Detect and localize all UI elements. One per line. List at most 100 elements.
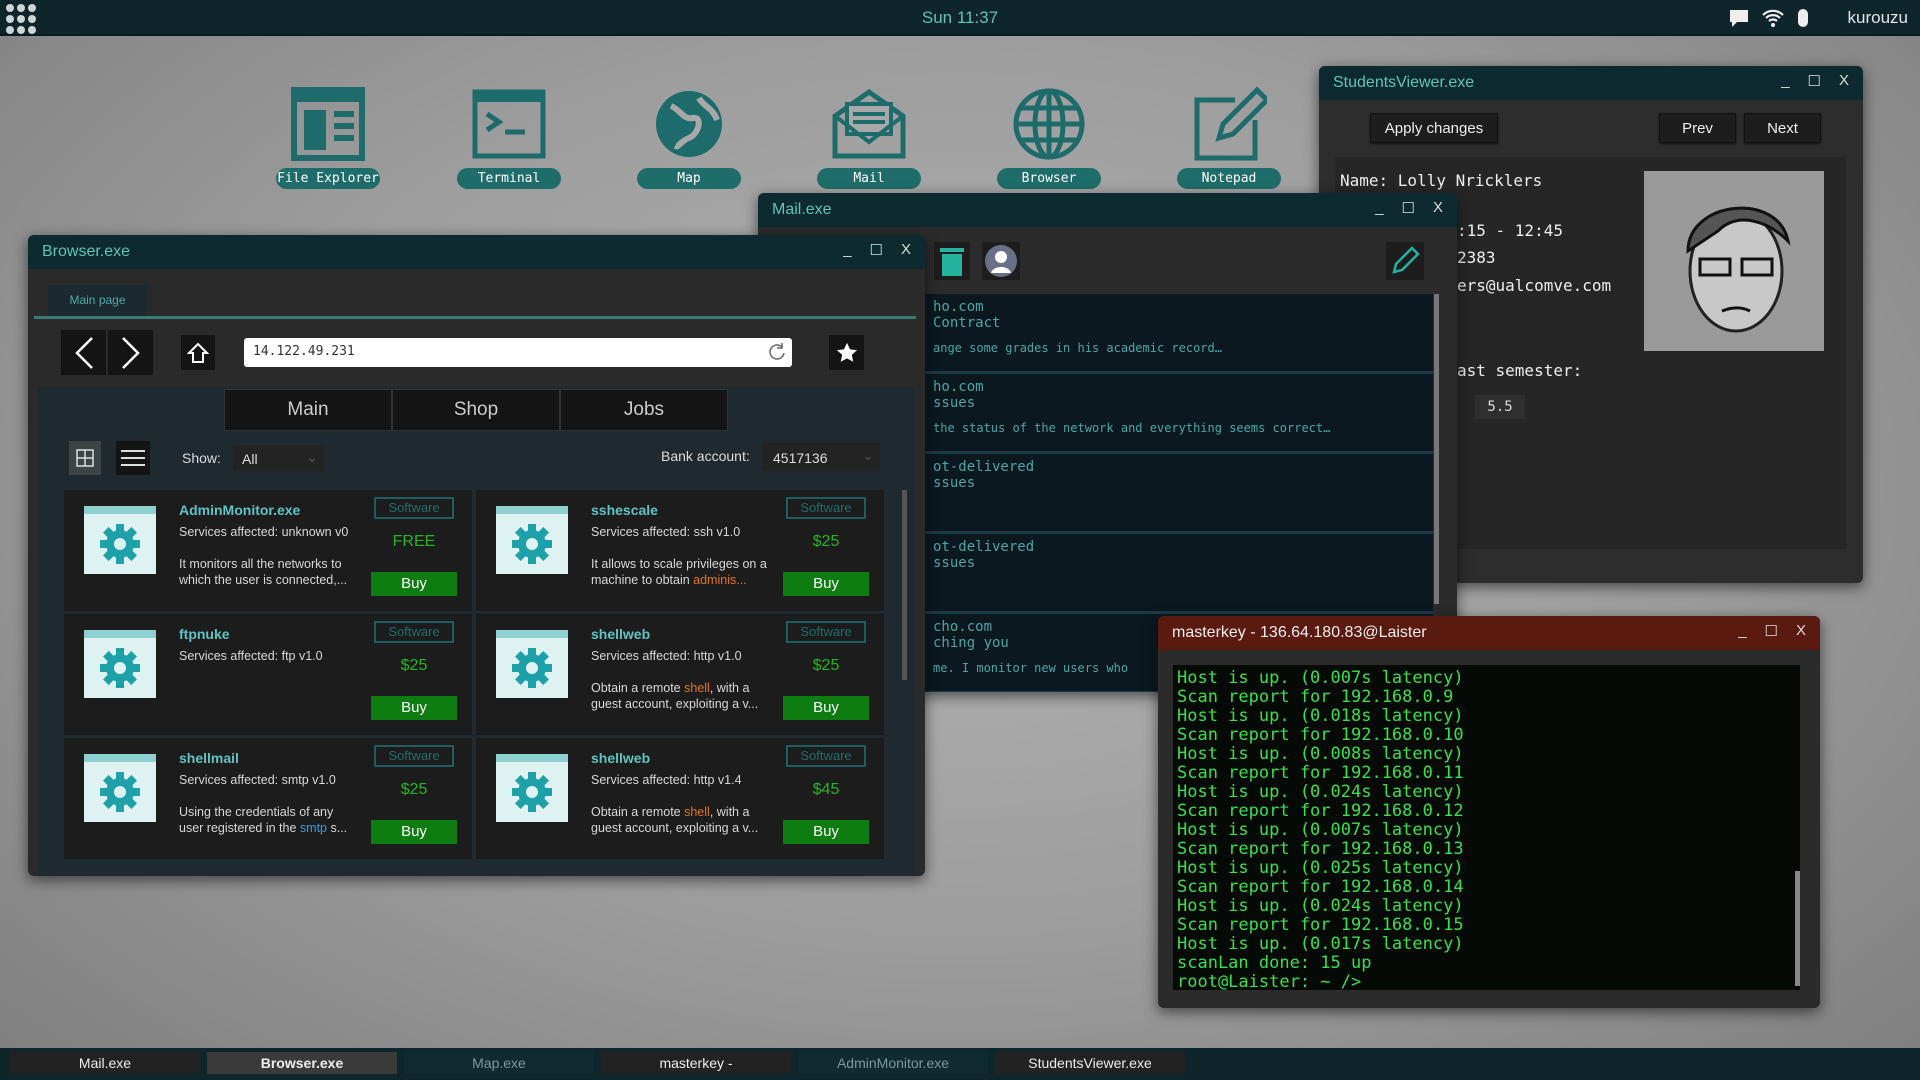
gear-icon <box>84 630 156 698</box>
product-name[interactable]: shellmail <box>179 750 239 766</box>
user-icon[interactable] <box>1796 8 1810 28</box>
description-segment: Obtain a remote <box>591 805 685 819</box>
product-services: Services affected: unknown v0 <box>179 525 349 539</box>
grade-field[interactable]: 5.5 <box>1475 395 1525 419</box>
product-services: Services affected: ssh v1.0 <box>591 525 741 539</box>
mail-scrollbar[interactable] <box>1434 294 1439 604</box>
site-nav-tab-shop[interactable]: Shop <box>392 389 560 431</box>
list-view-button[interactable] <box>116 441 150 475</box>
terminal-scrollbar[interactable] <box>1795 871 1800 986</box>
site-nav-tab-main[interactable]: Main <box>224 389 392 431</box>
description-segment: adminis... <box>693 573 747 587</box>
show-filter-select[interactable]: All ⌄ <box>233 445 324 471</box>
buy-button[interactable]: Buy <box>783 820 869 844</box>
product-price: $45 <box>812 781 840 798</box>
buy-button[interactable]: Buy <box>783 572 869 596</box>
product-card: ftpnuke Services affected: ftp v1.0 Softwa… <box>64 614 472 735</box>
maximize-button[interactable]: ☐ <box>1765 622 1778 640</box>
title-bar[interactable]: Mail.exe _ ☐ X <box>758 193 1457 227</box>
close-button[interactable]: X <box>1839 72 1849 90</box>
grid-view-button[interactable] <box>69 441 101 475</box>
forward-button[interactable] <box>108 330 153 375</box>
url-bar[interactable]: 14.122.49.231 <box>244 338 792 367</box>
star-icon <box>836 342 857 362</box>
close-button[interactable]: X <box>1796 622 1806 640</box>
taskbar-item[interactable]: StudentsViewer.exe <box>995 1052 1185 1074</box>
gear-icon <box>496 630 568 698</box>
product-name[interactable]: shellweb <box>591 750 650 766</box>
taskbar-item[interactable]: AdminMonitor.exe <box>798 1052 988 1074</box>
taskbar-item[interactable]: Browser.exe <box>207 1052 397 1074</box>
title-bar[interactable]: Browser.exe _ ☐ X <box>28 235 925 269</box>
buy-button[interactable]: Buy <box>371 820 457 844</box>
mail-item[interactable]: ho.com ssues the status of the network and… <box>925 374 1433 454</box>
desktop-icon-terminal[interactable]: Terminal <box>454 86 564 189</box>
minimize-button[interactable]: _ <box>1375 199 1383 217</box>
home-button[interactable] <box>181 335 215 370</box>
username[interactable]: kurouzu <box>1848 8 1908 28</box>
buy-button[interactable]: Buy <box>371 696 457 720</box>
student-email: ers@ualcomve.com <box>1457 276 1612 295</box>
desktop-icon-notepad[interactable]: Notepad <box>1174 86 1284 189</box>
buy-button[interactable]: Buy <box>783 696 869 720</box>
maximize-button[interactable]: ☐ <box>870 241 883 259</box>
top-bar: Sun 11:37 kurouzu <box>0 0 1920 36</box>
desktop-icon-mail[interactable]: Mail <box>814 86 924 189</box>
close-button[interactable]: X <box>1433 199 1443 217</box>
product-grid: AdminMonitor.exe Services affected: unkno… <box>64 490 898 866</box>
browser-scrollbar[interactable] <box>902 490 907 680</box>
mail-from: ot-delivered <box>933 539 1035 555</box>
back-button[interactable] <box>61 330 106 375</box>
minimize-button[interactable]: _ <box>1781 72 1789 90</box>
product-description: It monitors all the networks to which th… <box>179 556 359 588</box>
compose-button[interactable] <box>1386 242 1424 280</box>
mail-preview: the status of the network and everything… <box>933 421 1331 435</box>
prev-button[interactable]: Prev <box>1659 113 1736 143</box>
mail-item[interactable]: ho.com Contract ange some grades in his ac… <box>925 294 1433 374</box>
product-name[interactable]: shellweb <box>591 626 650 642</box>
taskbar-item[interactable]: masterkey - <box>601 1052 791 1074</box>
maximize-button[interactable]: ☐ <box>1402 199 1415 217</box>
product-name[interactable]: sshescale <box>591 502 658 518</box>
desktop-icon-file-explorer[interactable]: File Explorer <box>273 86 383 189</box>
chevron-right-icon <box>121 336 140 369</box>
gear-icon <box>496 754 568 822</box>
terminal-line: scanLan done: 15 up <box>1177 953 1372 973</box>
apply-changes-button[interactable]: Apply changes <box>1370 113 1498 143</box>
site-nav: Main Shop Jobs <box>224 389 728 431</box>
trash-icon <box>940 248 964 276</box>
wifi-icon[interactable] <box>1762 8 1784 28</box>
mail-from: ho.com <box>933 299 984 315</box>
refresh-icon[interactable] <box>768 343 786 361</box>
product-name[interactable]: AdminMonitor.exe <box>179 502 300 518</box>
buy-button[interactable]: Buy <box>371 572 457 596</box>
delete-button[interactable] <box>934 242 970 280</box>
bank-account-select[interactable]: 4517136 ⌄ <box>763 443 880 471</box>
next-button[interactable]: Next <box>1744 113 1821 143</box>
taskbar-item[interactable]: Map.exe <box>404 1052 594 1074</box>
minimize-button[interactable]: _ <box>1738 622 1746 640</box>
mail-item[interactable]: ot-delivered ssues <box>925 534 1433 614</box>
terminal-line: Scan report for 192.168.0.10 <box>1177 725 1464 745</box>
student-schedule: :15 - 12:45 <box>1457 221 1563 240</box>
close-button[interactable]: X <box>901 241 911 259</box>
contacts-button[interactable] <box>982 242 1020 280</box>
terminal-output[interactable]: Host is up. (0.007s latency) Scan report … <box>1173 665 1800 992</box>
mail-item[interactable]: ot-delivered ssues <box>925 454 1433 534</box>
tab-main-page[interactable]: Main page <box>48 285 147 316</box>
desktop-icon-browser[interactable]: Browser <box>994 86 1104 189</box>
site-nav-tab-jobs[interactable]: Jobs <box>560 389 728 431</box>
product-card: AdminMonitor.exe Services affected: unkno… <box>64 490 472 611</box>
title-bar[interactable]: masterkey - 136.64.180.83@Laister _ ☐ X <box>1158 616 1820 650</box>
bookmark-button[interactable] <box>829 335 864 370</box>
category-badge: Software <box>786 497 866 519</box>
show-filter-value: All <box>242 451 258 467</box>
product-name[interactable]: ftpnuke <box>179 626 230 642</box>
maximize-button[interactable]: ☐ <box>1808 72 1821 90</box>
window-title: Browser.exe <box>42 243 131 260</box>
taskbar-item[interactable]: Mail.exe <box>10 1052 200 1074</box>
desktop-icon-map[interactable]: Map <box>634 86 744 189</box>
minimize-button[interactable]: _ <box>843 241 851 259</box>
chat-icon[interactable] <box>1728 7 1750 29</box>
title-bar[interactable]: StudentsViewer.exe _ ☐ X <box>1319 66 1863 100</box>
